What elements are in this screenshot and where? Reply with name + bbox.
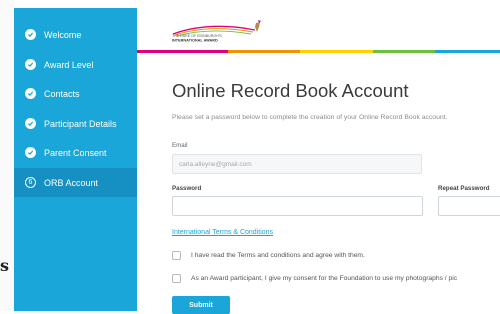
step-number: 6 <box>28 179 33 186</box>
consent-checkbox-label: As an Award participant, I give my conse… <box>191 275 458 282</box>
color-bar-green <box>372 50 435 53</box>
sidebar-item-orb-account[interactable]: 6 ORB Account <box>14 168 137 197</box>
main-content: THE DUKE OF EDINBURGH'S INTERNATIONAL AW… <box>137 8 500 314</box>
email-field[interactable]: carla.alleyne@gmail.com <box>172 154 422 174</box>
page-subtitle: Please set a password below to complete … <box>172 114 448 121</box>
terms-checkbox[interactable] <box>172 251 181 260</box>
repeat-password-field[interactable] <box>438 196 500 216</box>
password-field[interactable] <box>172 196 423 216</box>
sidebar-item-welcome[interactable]: Welcome <box>14 20 137 49</box>
svg-text:INTERNATIONAL AWARD: INTERNATIONAL AWARD <box>172 39 218 43</box>
check-circle-icon <box>25 88 36 99</box>
award-logo[interactable]: THE DUKE OF EDINBURGH'S INTERNATIONAL AW… <box>169 18 269 46</box>
color-bar-blue <box>434 50 500 53</box>
svg-text:THE DUKE OF EDINBURGH'S: THE DUKE OF EDINBURGH'S <box>172 34 222 38</box>
color-bar-orange <box>227 50 301 53</box>
sidebar-item-label: Welcome <box>44 29 82 40</box>
page-title: Online Record Book Account <box>172 80 409 101</box>
color-bar-yellow <box>300 50 373 53</box>
sidebar-item-award-level[interactable]: Award Level <box>14 50 137 79</box>
sidebar-item-label: Award Level <box>44 59 94 70</box>
check-circle-icon <box>25 59 36 70</box>
sidebar-item-contacts[interactable]: Contacts <box>14 79 137 108</box>
check-circle-icon <box>25 29 36 40</box>
terms-checkbox-label: I have read the Terms and conditions and… <box>191 252 365 259</box>
sidebar-item-label: Contacts <box>44 88 80 99</box>
email-label: Email <box>172 142 188 149</box>
terms-link[interactable]: International Terms & Conditions <box>172 229 273 236</box>
step-number-icon: 6 <box>25 177 36 188</box>
sidebar: Welcome Award Level Contacts Participant… <box>14 8 137 311</box>
check-circle-icon <box>25 147 36 158</box>
logo-mark-icon: THE DUKE OF EDINBURGH'S INTERNATIONAL AW… <box>172 20 261 43</box>
sidebar-item-label: ORB Account <box>44 177 99 188</box>
sidebar-item-label: Parent Consent <box>44 147 107 158</box>
terms-checkbox-row: I have read the Terms and conditions and… <box>172 251 365 260</box>
edge-text-fragment: s <box>0 256 10 275</box>
consent-checkbox[interactable] <box>172 274 181 283</box>
password-label: Password <box>172 185 202 192</box>
email-value: carla.alleyne@gmail.com <box>179 161 252 168</box>
sidebar-item-participant-details[interactable]: Participant Details <box>14 109 137 138</box>
sidebar-item-parent-consent[interactable]: Parent Consent <box>14 138 137 167</box>
consent-checkbox-row: As an Award participant, I give my conse… <box>172 274 457 283</box>
repeat-password-label: Repeat Password <box>438 185 490 192</box>
color-bar-magenta <box>137 50 228 53</box>
check-circle-icon <box>25 118 36 129</box>
sidebar-item-label: Participant Details <box>44 118 117 129</box>
brand-color-bar <box>137 50 500 53</box>
submit-button[interactable]: Submit <box>172 296 230 314</box>
